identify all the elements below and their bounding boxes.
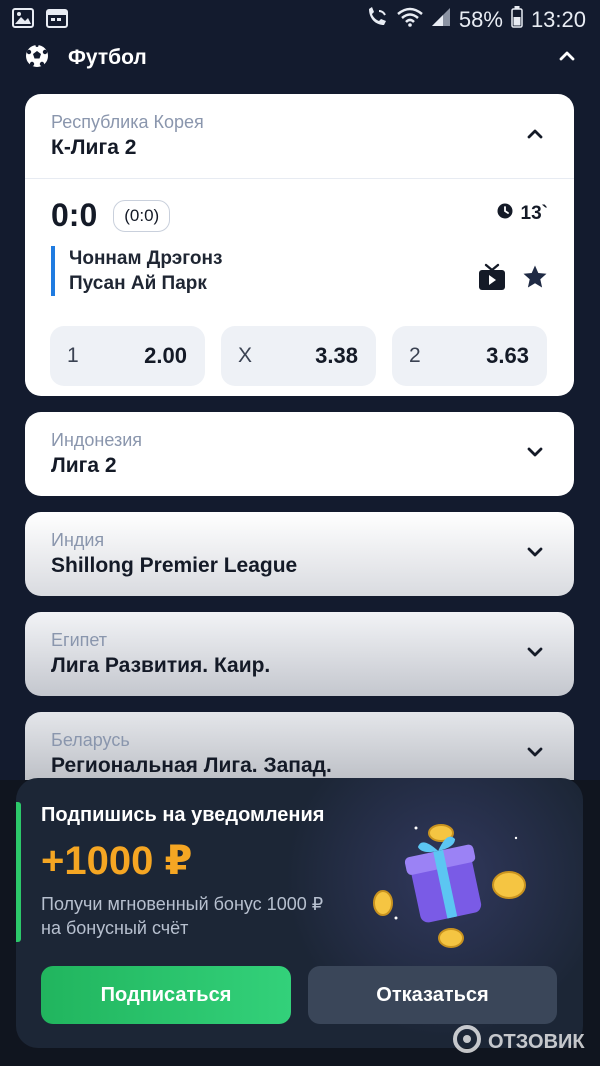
odds-row: 1 2.00 X 3.38 2 3.63 xyxy=(50,326,548,386)
match-row[interactable]: 0:0 (0:0) 13` Чоннам Дрэгонз Пусан Ай Па… xyxy=(25,179,574,395)
league-header[interactable]: Республика Корея К-Лига 2 xyxy=(25,94,574,178)
halftime-score: (0:0) xyxy=(113,199,171,232)
sport-title: Футбол xyxy=(68,46,147,69)
chevron-down-icon[interactable] xyxy=(526,645,544,663)
chevron-down-icon[interactable] xyxy=(526,545,544,563)
soccer-ball-icon xyxy=(24,43,50,74)
promo-amount: +1000 ₽ xyxy=(41,839,193,883)
wifi-icon xyxy=(397,7,423,33)
favorite-star-icon[interactable] xyxy=(522,264,548,295)
league-name: К-Лига 2 xyxy=(51,136,137,159)
league-card[interactable]: Индонезия Лига 2 xyxy=(25,412,574,496)
odd-button-away[interactable]: 2 3.63 xyxy=(392,326,547,386)
watermark-logo-icon xyxy=(452,1024,482,1060)
odd-button-home[interactable]: 1 2.00 xyxy=(50,326,205,386)
chevron-down-icon[interactable] xyxy=(526,745,544,763)
league-card-expanded: Республика Корея К-Лига 2 0:0 (0:0) 13` … xyxy=(25,94,574,396)
league-name: Лига 2 xyxy=(51,454,117,477)
league-card[interactable]: Индия Shillong Premier League xyxy=(25,512,574,596)
team-home: Чоннам Дрэгонз xyxy=(69,248,223,269)
status-bar: 58% 13:20 xyxy=(0,0,600,40)
match-timer: 13` xyxy=(497,203,548,225)
league-country: Индия xyxy=(51,530,105,550)
decline-button[interactable]: Отказаться xyxy=(308,966,557,1024)
odd-label: 1 xyxy=(67,344,79,367)
league-name: Shillong Premier League xyxy=(51,554,298,577)
promo-title: Подпишись на уведомления xyxy=(41,804,325,826)
team-away: Пусан Ай Парк xyxy=(69,273,207,294)
battery-icon xyxy=(511,6,523,34)
chevron-up-icon[interactable] xyxy=(526,127,544,145)
chevron-up-icon[interactable] xyxy=(558,49,576,67)
league-country: Индонезия xyxy=(51,430,143,450)
league-country: Республика Корея xyxy=(51,112,204,132)
odd-label: X xyxy=(238,344,253,367)
match-minute: 13` xyxy=(520,203,548,224)
gallery-icon xyxy=(12,7,34,33)
notification-promo-sheet: Подпишись на уведомления +1000 ₽ Получи … xyxy=(16,778,583,1048)
league-name: Лига Развития. Каир. xyxy=(51,654,271,677)
league-country: Египет xyxy=(51,630,108,650)
odd-label: 2 xyxy=(409,344,421,367)
chevron-down-icon[interactable] xyxy=(526,445,544,463)
call-wifi-icon xyxy=(365,6,389,34)
watermark-text: ОТЗОВИК xyxy=(488,1030,585,1053)
odd-value: 3.38 xyxy=(315,343,358,368)
signal-icon xyxy=(431,7,451,33)
odd-button-draw[interactable]: X 3.38 xyxy=(221,326,376,386)
tv-stream-icon[interactable] xyxy=(478,263,506,296)
watermark: ОТЗОВИК xyxy=(452,1024,585,1060)
teams: Чоннам Дрэгонз Пусан Ай Парк xyxy=(51,246,548,296)
league-card[interactable]: Египет Лига Развития. Каир. xyxy=(25,612,574,696)
league-country: Беларусь xyxy=(51,730,130,750)
subscribe-button[interactable]: Подписаться xyxy=(41,966,291,1024)
calendar-icon xyxy=(46,8,68,33)
promo-description: Получи мгновенный бонус 1000 ₽ на бонусн… xyxy=(41,894,324,938)
clock: 13:20 xyxy=(530,7,586,32)
odd-value: 2.00 xyxy=(144,343,187,368)
gift-coins-icon xyxy=(373,824,526,948)
match-score: 0:0 xyxy=(51,197,98,233)
sport-section-header[interactable]: Футбол xyxy=(24,40,576,76)
clock-icon xyxy=(497,203,513,225)
battery-percent: 58% xyxy=(458,7,503,32)
promo-accent-bar xyxy=(16,802,21,942)
league-name: Региональная Лига. Запад. xyxy=(51,754,332,777)
odd-value: 3.63 xyxy=(486,343,529,368)
